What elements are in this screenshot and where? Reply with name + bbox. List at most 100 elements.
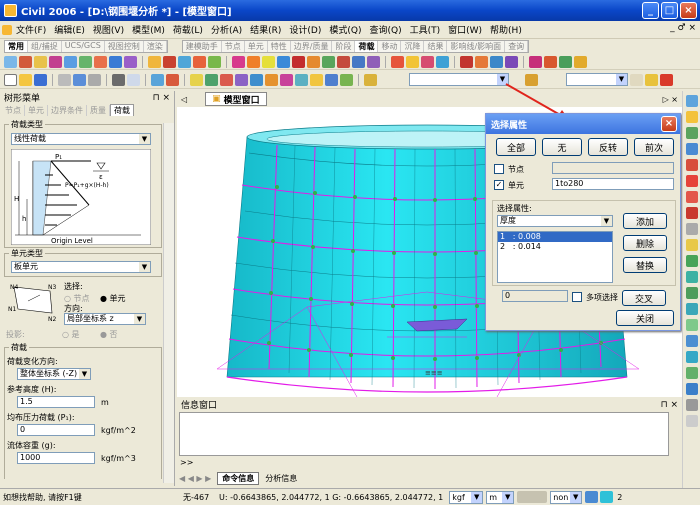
cut-icon[interactable]	[58, 73, 71, 86]
beam-force-icon[interactable]	[460, 55, 473, 68]
result-icon[interactable]	[391, 55, 404, 68]
minimize-button[interactable]: _	[642, 2, 659, 19]
tree-scrollbar[interactable]	[163, 123, 174, 483]
tab-group-snap[interactable]: 组/捕捉	[28, 41, 62, 52]
tab-boundary[interactable]: 边界/质量	[291, 41, 333, 52]
zoom-fit-icon[interactable]	[250, 73, 263, 86]
select-property-icon[interactable]	[94, 55, 107, 68]
zoom-window-icon[interactable]	[265, 73, 278, 86]
side-view-icon[interactable]	[235, 73, 248, 86]
print-right-icon[interactable]	[685, 399, 698, 411]
proj-yes-radio[interactable]: ○ 是	[62, 329, 80, 340]
select-icon[interactable]	[4, 55, 17, 68]
analysis-icon[interactable]	[685, 367, 698, 379]
pressure-input[interactable]: 0	[17, 424, 95, 436]
zoom-window-right-icon[interactable]	[685, 143, 698, 155]
tree-tab-boundary[interactable]: 边界条件	[48, 105, 87, 116]
dir-select[interactable]: 局部坐标系 z ▼	[64, 313, 146, 325]
load-type-select[interactable]: 线性荷载 ▼	[11, 133, 151, 145]
thickness-icon[interactable]	[685, 303, 698, 315]
plate-force-icon[interactable]	[475, 55, 488, 68]
menu-query[interactable]: 查询(Q)	[365, 23, 405, 36]
snap-grid-icon[interactable]	[151, 73, 164, 86]
boundary-icon[interactable]	[292, 55, 305, 68]
tree-tab-mass[interactable]: 质量	[87, 105, 110, 116]
zoom-all-icon[interactable]	[685, 127, 698, 139]
tab-query[interactable]: 查询	[505, 41, 529, 52]
menu-load[interactable]: 荷载(L)	[169, 23, 207, 36]
nav-buttons[interactable]	[517, 491, 548, 503]
tree-tab-node[interactable]: 节点	[2, 105, 25, 116]
open-file-icon[interactable]	[19, 73, 32, 86]
mass-icon[interactable]	[307, 55, 320, 68]
hidden-icon[interactable]	[310, 73, 323, 86]
property-select[interactable]: 厚度 ▼	[497, 215, 613, 227]
graph-icon[interactable]	[559, 55, 572, 68]
tab-analysis-info[interactable]: 分析信息	[261, 473, 301, 484]
dialog-close-button[interactable]: 关闭	[616, 310, 674, 326]
info-output[interactable]	[179, 412, 669, 456]
mode-select[interactable]: non ▼	[550, 490, 583, 504]
pan-icon[interactable]	[295, 73, 308, 86]
intersect-button[interactable]: 交叉	[622, 290, 666, 306]
element-icon[interactable]	[262, 55, 275, 68]
ref-height-input[interactable]: 1.5	[17, 396, 95, 408]
menu-file[interactable]: 文件(F)	[12, 23, 50, 36]
pen-icon[interactable]	[685, 223, 698, 235]
tab-element[interactable]: 单元	[245, 41, 268, 52]
zoom-lens-icon[interactable]	[685, 415, 698, 427]
viewport-nav[interactable]: ▷ ×	[663, 95, 678, 104]
redo-icon[interactable]	[88, 73, 101, 86]
tab-influence[interactable]: 影响线/影响面	[447, 41, 506, 52]
settlement-icon[interactable]	[367, 55, 380, 68]
perspective-icon[interactable]	[340, 73, 353, 86]
polygon-select-icon[interactable]	[34, 55, 47, 68]
menu-help[interactable]: 帮助(H)	[486, 23, 526, 36]
move-left-icon[interactable]	[685, 159, 698, 171]
tab-property[interactable]: 特性	[268, 41, 291, 52]
stress-icon[interactable]	[421, 55, 434, 68]
element-field[interactable]: 1to280	[552, 178, 674, 190]
move-down-icon[interactable]	[685, 207, 698, 219]
node-checkbox[interactable]	[494, 164, 504, 174]
tab-stage[interactable]: 阶段	[332, 41, 356, 52]
zoom-out-icon[interactable]	[685, 111, 698, 123]
tree-tab-element[interactable]: 单元	[25, 105, 48, 116]
tree-panel-pin[interactable]: ⊓ ×	[153, 93, 170, 103]
force-unit-select[interactable]: kgf ▼	[449, 490, 484, 504]
select-intersect-icon[interactable]	[49, 55, 62, 68]
tab-settlement[interactable]: 沉降	[401, 41, 425, 52]
tab-common[interactable]: 常用	[5, 41, 28, 52]
menu-design[interactable]: 设计(D)	[285, 23, 325, 36]
rotate-icon[interactable]	[280, 73, 293, 86]
maximize-button[interactable]: □	[661, 2, 678, 19]
tab-view-control[interactable]: 视图控制	[105, 41, 144, 52]
model-window-tab[interactable]: ▣ 模型窗口	[205, 92, 267, 106]
tab-wizard[interactable]: 建模助手	[183, 41, 222, 52]
property-icon[interactable]	[277, 55, 290, 68]
layer-icon[interactable]	[685, 255, 698, 267]
front-view-icon[interactable]	[220, 73, 233, 86]
move-up-icon[interactable]	[685, 191, 698, 203]
deform-icon[interactable]	[406, 55, 419, 68]
print-icon[interactable]	[112, 73, 125, 86]
calc-icon[interactable]	[630, 73, 643, 86]
ruler-icon[interactable]	[685, 239, 698, 251]
load-icon[interactable]	[337, 55, 350, 68]
close-button[interactable]: ×	[680, 2, 697, 19]
menu-window[interactable]: 窗口(W)	[444, 23, 486, 36]
table-icon[interactable]	[574, 55, 587, 68]
save-icon[interactable]	[34, 73, 47, 86]
replace-button[interactable]: 替换	[623, 257, 667, 273]
mdi-controls[interactable]: _ ♂ ×	[670, 23, 696, 33]
select-volume-icon[interactable]	[79, 55, 92, 68]
info-tab-nav[interactable]: ◀ ◀ ▶ ▶	[179, 474, 211, 483]
influence-icon[interactable]	[490, 55, 503, 68]
tab-node[interactable]: 节点	[222, 41, 245, 52]
moving-load-icon[interactable]	[352, 55, 365, 68]
lock-icon[interactable]	[645, 73, 658, 86]
tree-tab-load[interactable]: 荷载	[110, 104, 134, 116]
menu-results[interactable]: 结果(R)	[246, 23, 285, 36]
select-none-button[interactable]: 无	[542, 138, 582, 156]
load-right-icon[interactable]	[685, 351, 698, 363]
